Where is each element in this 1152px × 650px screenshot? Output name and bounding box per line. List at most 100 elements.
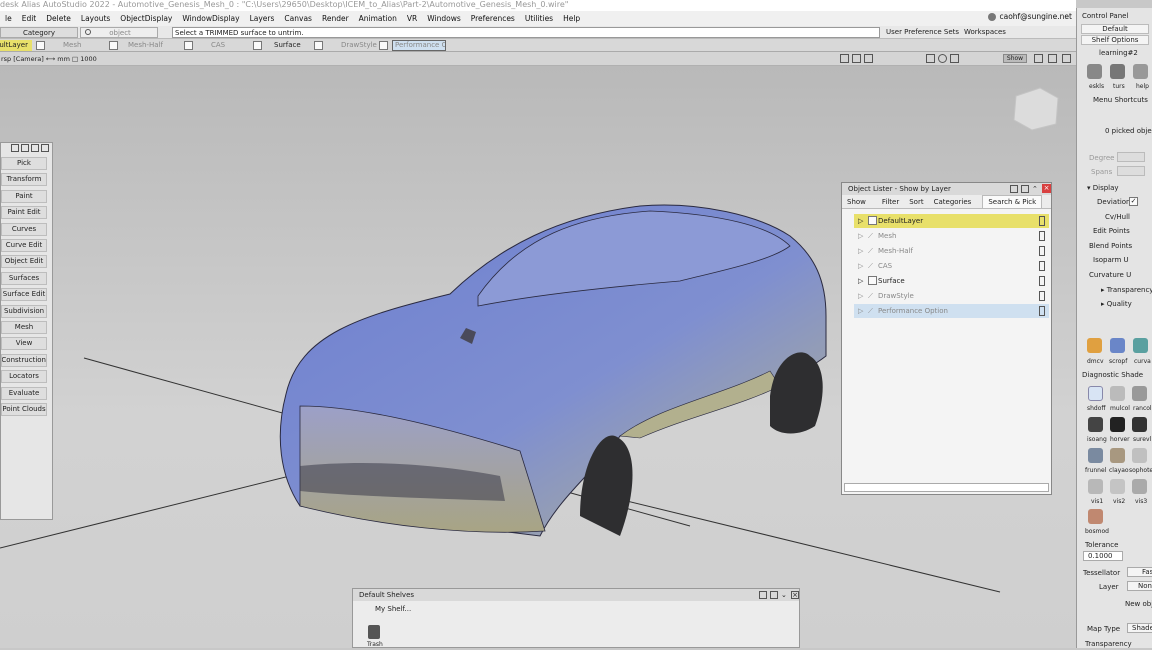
row-visibility-icon[interactable]: [1039, 261, 1045, 271]
shelves-close-icon[interactable]: ×: [791, 591, 799, 599]
lister-search-field[interactable]: [844, 483, 1049, 492]
degree-field[interactable]: [1117, 152, 1145, 162]
sophotes-tool-icon[interactable]: [1132, 448, 1147, 463]
rancol-tool-icon[interactable]: [1132, 386, 1147, 401]
quality-section[interactable]: ▸ Quality: [1101, 300, 1132, 308]
menu-layouts[interactable]: Layouts: [76, 14, 115, 23]
view-close-icon[interactable]: [1062, 54, 1071, 63]
menu-edit[interactable]: Edit: [17, 14, 42, 23]
palette-locators[interactable]: Locators: [1, 370, 47, 383]
layer-cas[interactable]: CAS: [197, 41, 253, 49]
shelves-collapse-icon[interactable]: ⌄: [781, 589, 787, 601]
menu-vr[interactable]: VR: [402, 14, 422, 23]
palette-paint-edit[interactable]: Paint Edit: [1, 206, 47, 219]
cp-shelf-options-button[interactable]: Shelf Options: [1081, 35, 1149, 45]
tab-categories[interactable]: Categories: [929, 198, 977, 206]
map-type-dropdown[interactable]: Shade-: [1127, 623, 1152, 633]
lister-row-surface[interactable]: ▷ Surface: [854, 274, 1049, 288]
palette-point-clouds[interactable]: Point Clouds: [1, 403, 47, 416]
shdoff-tool-icon[interactable]: [1088, 386, 1103, 401]
layer-performance[interactable]: Performance Op: [392, 39, 446, 51]
tessellator-dropdown[interactable]: Fast: [1127, 567, 1152, 577]
menu-objectdisplay[interactable]: ObjectDisplay: [115, 14, 177, 23]
help-tool-icon[interactable]: [1133, 64, 1148, 79]
dmcv-tool-icon[interactable]: [1087, 338, 1102, 353]
object-field[interactable]: object: [80, 27, 158, 38]
layer-mesh-half[interactable]: Mesh-Half: [122, 41, 184, 49]
clayao-tool-icon[interactable]: [1110, 448, 1125, 463]
surevl-tool-icon[interactable]: [1132, 417, 1147, 432]
palette-surface-edit[interactable]: Surface Edit: [1, 288, 47, 301]
palette-expand-icon[interactable]: [11, 144, 19, 152]
expand-arrow-icon[interactable]: ▷: [858, 259, 863, 273]
menu-render[interactable]: Render: [317, 14, 354, 23]
lister-row-mesh-half[interactable]: ▷ ⟋ Mesh-Half: [854, 244, 1049, 258]
shelves-expand-icon[interactable]: [759, 591, 767, 599]
row-visibility-icon[interactable]: [1039, 246, 1045, 256]
expand-arrow-icon[interactable]: ▷: [858, 304, 863, 318]
transparency-section[interactable]: ▸ Transparency: [1101, 286, 1152, 294]
expand-arrow-icon[interactable]: ▷: [858, 289, 863, 303]
row-visibility-icon[interactable]: [1039, 231, 1045, 241]
my-shelf-tab[interactable]: My Shelf...: [375, 605, 411, 613]
palette-object-edit[interactable]: Object Edit: [1, 255, 47, 268]
palette-mesh[interactable]: Mesh: [1, 321, 47, 334]
display-section[interactable]: ▾ Display: [1087, 184, 1119, 192]
expand-arrow-icon[interactable]: ▷: [858, 244, 863, 258]
lister-row-performance[interactable]: ▷ ⟋ Performance Option: [854, 304, 1049, 318]
menu-preferences[interactable]: Preferences: [466, 14, 520, 23]
expand-arrow-icon[interactable]: ▷: [858, 274, 863, 288]
menu-canvas[interactable]: Canvas: [279, 14, 317, 23]
palette-construction[interactable]: Construction: [1, 354, 47, 367]
palette-curves[interactable]: Curves: [1, 223, 47, 236]
palette-collapse-icon[interactable]: [31, 144, 39, 152]
horver-tool-icon[interactable]: [1110, 417, 1125, 432]
palette-view[interactable]: View: [1, 337, 47, 350]
view-number-icon[interactable]: [1048, 54, 1057, 63]
cp-default-button[interactable]: Default: [1081, 24, 1149, 34]
tab-show[interactable]: Show: [842, 198, 871, 206]
user-pref-button[interactable]: User Preference Sets: [886, 28, 959, 36]
layer-default-checkbox[interactable]: [36, 40, 45, 50]
grid-icon[interactable]: [926, 54, 935, 63]
lister-row-drawstyle[interactable]: ▷ ⟋ DrawStyle: [854, 289, 1049, 303]
menu-delete[interactable]: Delete: [41, 14, 76, 23]
palette-surfaces[interactable]: Surfaces: [1, 272, 47, 285]
menu-windowdisplay[interactable]: WindowDisplay: [177, 14, 244, 23]
palette-evaluate[interactable]: Evaluate: [1, 387, 47, 400]
category-field[interactable]: Category: [0, 27, 78, 38]
row-visibility-icon[interactable]: [1039, 216, 1045, 226]
lister-menu-icon[interactable]: [1021, 185, 1029, 193]
frame-icon[interactable]: [840, 54, 849, 63]
look-icon[interactable]: [864, 54, 873, 63]
menu-animation[interactable]: Animation: [354, 14, 402, 23]
trash-icon[interactable]: [368, 625, 380, 639]
tab-sort[interactable]: Sort: [904, 198, 928, 206]
row-visibility-icon[interactable]: [1039, 291, 1045, 301]
tab-search-pick[interactable]: Search & Pick: [982, 194, 1043, 209]
lister-collapse-icon[interactable]: ⌃: [1032, 185, 1038, 193]
layer-surface[interactable]: Surface: [266, 41, 314, 49]
layer-drawstyle-checkbox[interactable]: [379, 40, 388, 50]
bosmod-tool-icon[interactable]: [1088, 509, 1103, 524]
frunnel-tool-icon[interactable]: [1088, 448, 1103, 463]
row-checkbox[interactable]: [868, 216, 877, 225]
rotate-icon[interactable]: [938, 54, 947, 63]
menu-file[interactable]: le: [0, 14, 17, 23]
palette-transform[interactable]: Transform: [1, 173, 47, 186]
deviation-checkbox[interactable]: ✓: [1129, 197, 1138, 206]
lister-row-mesh[interactable]: ▷ ⟋ Mesh: [854, 229, 1049, 243]
menu-layers[interactable]: Layers: [245, 14, 280, 23]
menu-help[interactable]: Help: [558, 14, 585, 23]
palette-curve-edit[interactable]: Curve Edit: [1, 239, 47, 252]
lister-expand-icon[interactable]: [1010, 185, 1018, 193]
workspaces-button[interactable]: Workspaces: [964, 28, 1006, 36]
layer-surface-checkbox[interactable]: [314, 40, 323, 50]
layer-drawstyle[interactable]: DrawStyle: [327, 41, 379, 49]
expand-arrow-icon[interactable]: ▷: [858, 229, 863, 243]
layer-default[interactable]: aultLayer: [0, 39, 32, 51]
palette-pick[interactable]: Pick: [1, 157, 47, 170]
tolerance-field[interactable]: 0.1000: [1083, 551, 1123, 561]
menu-utilities[interactable]: Utilities: [520, 14, 558, 23]
shelves-menu-icon[interactable]: [770, 591, 778, 599]
